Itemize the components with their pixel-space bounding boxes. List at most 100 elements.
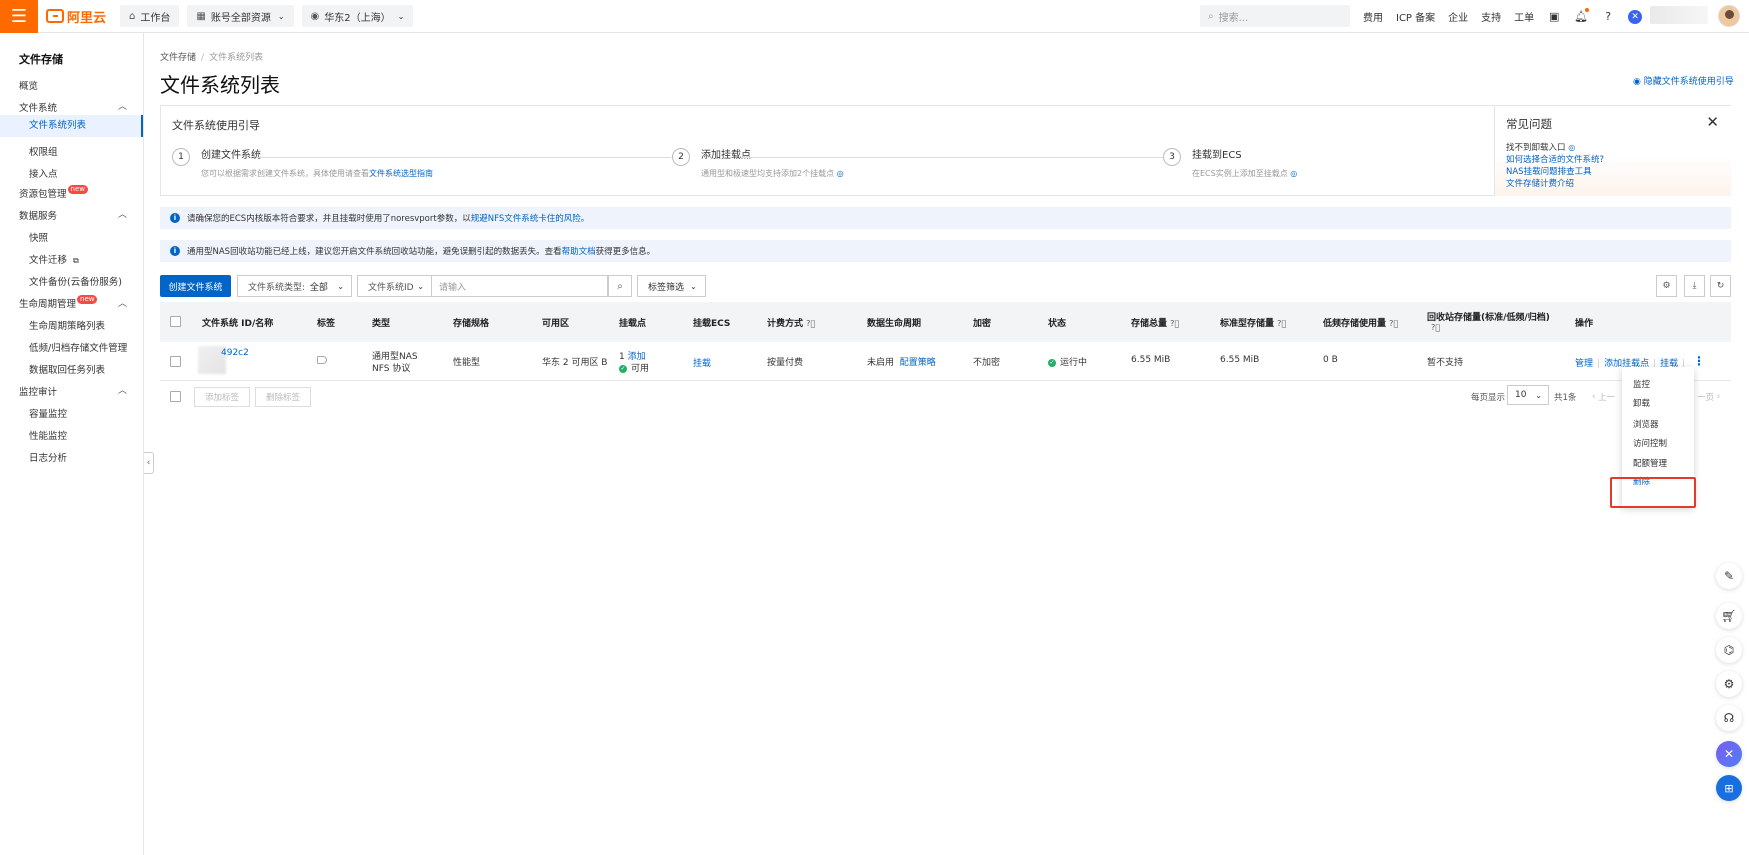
help-icon[interactable]: ? <box>1601 10 1615 23</box>
config-policy-link[interactable]: 配置策略 <box>900 358 936 368</box>
hide-guide-link[interactable]: ◉ 隐藏文件系统使用引导 <box>1633 74 1734 87</box>
link-enterprise[interactable]: 企业 <box>1448 9 1468 24</box>
filesystem-id-link[interactable]: 492c2 <box>221 348 249 358</box>
select-all-checkbox[interactable] <box>170 316 181 327</box>
link-support[interactable]: 支持 <box>1481 9 1501 24</box>
chevron-up-icon[interactable]: ︿ <box>118 296 127 309</box>
menu-item-unmount[interactable]: 卸载 <box>1633 397 1650 409</box>
faq-item-choose-fs[interactable]: 如何选择合适的文件系统? <box>1506 153 1604 165</box>
mount-ecs-link[interactable]: 挂载 <box>693 356 711 369</box>
faq-item-billing[interactable]: 文件存储计费介绍 <box>1506 177 1574 189</box>
sidebar-item-access-point[interactable]: 接入点 <box>29 166 58 180</box>
headset-icon[interactable]: ☊ <box>1716 705 1742 731</box>
zone-value: 华东 2 可用区 B <box>542 358 608 368</box>
per-page-select[interactable]: 10 ⌄ <box>1507 385 1549 405</box>
help-icon[interactable]: ◎ <box>1290 169 1297 178</box>
next-page-button[interactable]: 一页 › <box>1697 391 1720 403</box>
menu-item-browser[interactable]: 浏览器 <box>1633 418 1659 430</box>
breadcrumb-root[interactable]: 文件存储 <box>160 53 196 63</box>
prev-page-button[interactable]: ‹ 上一 <box>1592 391 1615 403</box>
chevron-up-icon[interactable]: ︿ <box>118 99 127 112</box>
menu-item-monitor[interactable]: 监控 <box>1633 378 1650 390</box>
sidebar-group-data-service[interactable]: 数据服务 <box>19 208 57 222</box>
ai-assistant-icon[interactable]: ✕ <box>1716 741 1742 767</box>
refresh-icon[interactable]: ↻ <box>1710 275 1731 297</box>
region-select[interactable]: ◉ 华东2（上海） ⌄ <box>301 5 414 27</box>
search-button[interactable]: ⌕ <box>608 275 632 297</box>
link-ticket[interactable]: 工单 <box>1514 9 1534 24</box>
link-fees[interactable]: 费用 <box>1363 9 1383 24</box>
filesystem-type-select[interactable]: 文件系统类型: 全部 ⌄ <box>237 275 352 297</box>
sidebar-item-lifecycle-policy[interactable]: 生命周期策略列表 <box>29 318 105 332</box>
sidebar-item-log-analysis[interactable]: 日志分析 <box>29 450 67 464</box>
search-field-select[interactable]: 文件系统ID ⌄ <box>357 275 432 297</box>
workbench-label: 工作台 <box>140 12 171 24</box>
chevron-up-icon[interactable]: ︿ <box>118 383 127 396</box>
more-actions-icon[interactable]: ⋮ <box>1693 354 1705 368</box>
cart-icon[interactable]: 🛒︎ <box>1716 603 1742 629</box>
create-filesystem-button[interactable]: 创建文件系统 <box>160 275 231 297</box>
code-icon[interactable]: ⌬ <box>1716 637 1742 663</box>
workbench-button[interactable]: ⌂ 工作台 <box>120 5 180 27</box>
tag-icon[interactable] <box>317 356 327 364</box>
per-page-value: 10 <box>1515 390 1527 400</box>
fs-selection-guide-link[interactable]: 文件系统选型指南 <box>369 169 433 178</box>
sidebar-item-overview[interactable]: 概览 <box>19 78 38 92</box>
faq-item-unmount[interactable]: 找不到卸载入口 ◎ <box>1506 141 1575 153</box>
sidebar-item-capacity[interactable]: 容量监控 <box>29 406 67 420</box>
col-zone: 可用区 <box>542 319 570 329</box>
menu-item-quota[interactable]: 配额管理 <box>1633 457 1667 469</box>
help-doc-link[interactable]: 帮助文档 <box>562 245 596 257</box>
aliyun-logo[interactable]: 阿里云 <box>46 7 106 26</box>
menu-icon[interactable]: ☰ <box>0 0 38 33</box>
sidebar-item-migration[interactable]: 文件迁移 ⧉ <box>29 252 79 266</box>
sidebar-item-performance[interactable]: 性能监控 <box>29 428 67 442</box>
terminal-icon[interactable]: ▣ <box>1547 10 1561 23</box>
settings-icon[interactable]: ⚙ <box>1656 275 1677 297</box>
row-checkbox[interactable] <box>170 356 181 367</box>
delete-tag-button[interactable]: 删除标签 <box>255 387 311 407</box>
sidebar-collapse-button[interactable]: ‹ <box>144 452 154 474</box>
help-icon[interactable]: ?⃝ <box>806 319 815 328</box>
account-resource-select[interactable]: ▦ 账号全部资源 ⌄ <box>187 5 294 27</box>
sidebar-item-snapshot[interactable]: 快照 <box>29 230 48 244</box>
manage-link[interactable]: 管理 <box>1575 359 1593 369</box>
page-title: 文件系统列表 <box>160 73 280 97</box>
ai-assistant-icon[interactable]: ✕ <box>1628 9 1643 24</box>
close-icon[interactable]: ✕ <box>1706 113 1719 131</box>
help-icon[interactable]: ◎ <box>837 169 844 178</box>
add-tag-button[interactable]: 添加标签 <box>194 387 250 407</box>
global-search-input[interactable]: ⌕ 搜索... <box>1200 5 1350 27</box>
col-type: 类型 <box>372 319 391 329</box>
sidebar-item-backup[interactable]: 文件备份(云备份服务) <box>29 274 122 288</box>
gear-icon[interactable]: ⚙ <box>1716 671 1742 697</box>
sidebar-group-monitor[interactable]: 监控审计 <box>19 384 57 398</box>
download-icon[interactable]: ⤓ <box>1684 275 1705 297</box>
help-icon[interactable]: ?⃝ <box>1170 319 1179 328</box>
sidebar-item-resource-package[interactable]: 资源包管理 new <box>19 185 88 200</box>
chevron-up-icon[interactable]: ︿ <box>118 207 127 220</box>
sidebar-item-lowfreq-files[interactable]: 低频/归档存储文件管理 <box>29 340 127 354</box>
info-icon: i <box>170 246 180 256</box>
sidebar-item-permission-group[interactable]: 权限组 <box>29 144 58 158</box>
link-icp[interactable]: ICP 备案 <box>1396 9 1435 24</box>
notice-link[interactable]: 规避NFS文件系统卡住的风险。 <box>471 212 590 224</box>
bell-icon[interactable]: 🔔︎ <box>1574 8 1590 23</box>
tag-filter-select[interactable]: 标签筛选 ⌄ <box>637 275 706 297</box>
apps-grid-icon[interactable]: ⊞ <box>1716 775 1742 801</box>
mount-status-label: 可用 <box>631 364 650 374</box>
sidebar-item-fs-list[interactable]: 文件系统列表 <box>0 115 143 137</box>
help-icon[interactable]: ?⃝ <box>1277 319 1286 328</box>
sidebar-group-filesystem[interactable]: 文件系统 <box>19 100 57 114</box>
help-icon[interactable]: ?⃝ <box>1389 319 1398 328</box>
menu-item-access-control[interactable]: 访问控制 <box>1633 437 1667 449</box>
select-all-checkbox-bottom[interactable] <box>170 391 181 402</box>
sidebar-group-lifecycle[interactable]: 生命周期管理 new <box>19 295 98 310</box>
avatar[interactable] <box>1718 5 1740 27</box>
help-icon[interactable]: ?⃝ <box>1431 323 1440 333</box>
sidebar-item-retrieve-tasks[interactable]: 数据取回任务列表 <box>29 362 105 376</box>
edit-icon[interactable]: ✎ <box>1716 563 1742 589</box>
guide-step-2: 2 添加挂载点 通用型和极速型均支持添加2个挂载点 ◎ <box>672 148 844 179</box>
search-input[interactable]: 请输入 <box>431 275 608 297</box>
faq-item-troubleshoot[interactable]: NAS挂载问题排查工具 <box>1506 165 1592 177</box>
